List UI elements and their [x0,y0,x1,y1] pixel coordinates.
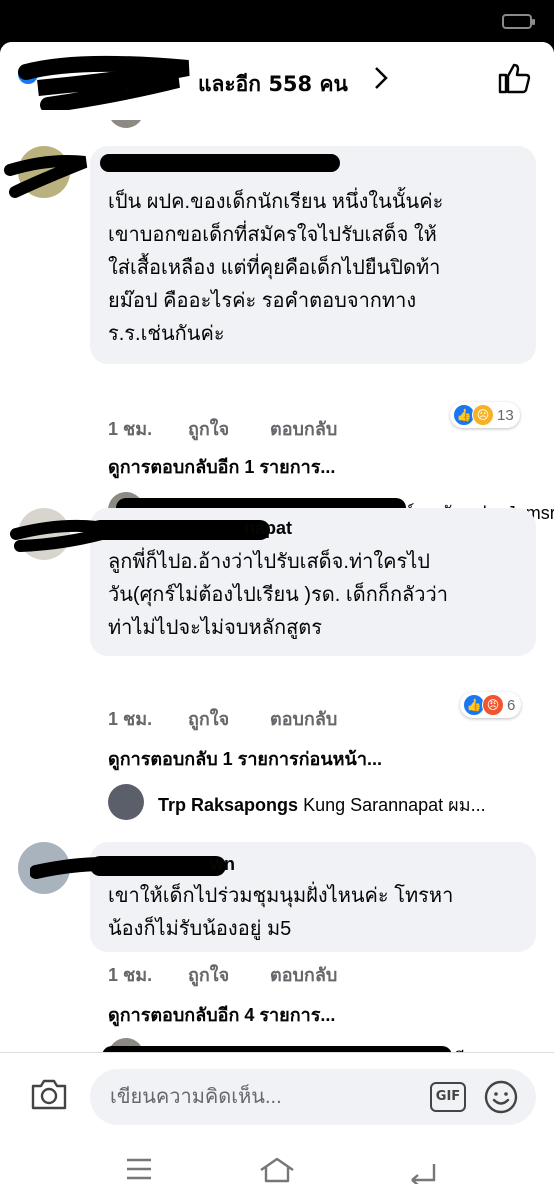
reply-preview[interactable]: porn เรียน รด... [102,1038,548,1052]
thumbs-up-outline-icon[interactable] [496,60,532,96]
reply-preview-text: Trp Raksapongs Kung Sarannapat ผม... [158,790,486,819]
comment-time: 1 ชม. [108,419,153,439]
reply-preview[interactable]: Trp Raksapongs Kung Sarannapat ผม... [108,784,548,824]
reply-snippet: Kung Sarannapat ผม... [303,795,486,815]
comment-bubble[interactable]: napat ลูกพี่ก็ไปอ.อ้างว่าไปรับเสด็จ.ท่าใ… [90,508,536,656]
reply-button[interactable]: ตอบกลับ [270,414,337,443]
comment-text: เขาให้เด็กไปร่วมชุมนุมฝั่งไหนค่ะ โทรหา น… [108,880,528,946]
comment-line: ลูกพี่ก็ไปอ.อ้างว่าไปรับเสด็จ.ท่าใครไป [108,551,431,573]
comment-line: น้องก็ไม่รับน้องอยู่ ม5 [108,918,292,940]
view-more-replies-link[interactable]: ดูการตอบกลับอีก 4 รายการ... [108,1000,335,1029]
home-icon[interactable] [258,1156,296,1184]
comment-bubble[interactable]: เป็น ผปค.ของเด็กนักเรียน หนึ่งในนั้นค่ะ … [90,146,536,364]
reaction-count: 13 [497,406,514,424]
redaction-scribble [30,857,140,879]
reply-button[interactable]: ตอบกลับ [270,960,337,989]
comment-input[interactable] [90,1069,536,1125]
reactions-header[interactable]: และอีก 558 คน [0,42,554,120]
comment-text: ลูกพี่ก็ไปอ.อ้างว่าไปรับเสด็จ.ท่าใครไป ว… [108,546,528,645]
comment-line: ร.ร.เช่นกันค่ะ [108,323,225,345]
avatar [108,120,144,128]
camera-icon[interactable] [30,1077,68,1111]
comment-line: เป็น ผปค.ของเด็กนักเรียน หนึ่งในนั้นค่ะ [108,191,444,213]
redaction-scribble [10,519,120,552]
reaction-count: 6 [507,696,516,714]
comment-line: วัน(ศุกร์ไม่ต้องไปเรียน )รด. เด็กก็กลัวว… [108,584,448,606]
like-button[interactable]: ถูกใจ [188,960,229,989]
avatar [108,784,144,820]
chevron-right-icon[interactable] [372,64,390,99]
reaction-summary[interactable]: 👍 😠 6 [460,692,522,718]
redaction-scribble [4,155,88,198]
system-nav-bar [0,1140,554,1200]
redaction-scribble [18,55,190,110]
comment-text: เป็น ผปค.ของเด็กนักเรียน หนึ่งในนั้นค่ะ … [108,186,528,351]
comment-line: เขาให้เด็กไปร่วมชุมนุมฝั่งไหนค่ะ โทรหา [108,885,454,907]
back-icon[interactable] [406,1156,438,1184]
comment-line: ยม๊อป คืออะไรค่ะ รอคำตอบจากทาง [108,290,417,312]
comment-time: 1 ชม. [108,709,153,729]
reactors-count-text[interactable]: และอีก 558 คน [198,68,348,101]
view-previous-replies-link[interactable]: ดูการตอบกลับ 1 รายการก่อนหน้า... [108,744,382,773]
comment-bubble[interactable]: wn เขาให้เด็กไปร่วมชุมนุมฝั่งไหนค่ะ โทรห… [90,842,536,952]
comment-line: ใส่เสื้อเหลือง แต่ที่คุยคือเด็กไปยืนปิดท… [108,257,441,279]
reply-button[interactable]: ตอบกลับ [270,704,337,733]
comment-time: 1 ชม. [108,965,153,985]
battery-icon [502,14,535,29]
view-more-replies-link[interactable]: ดูการตอบกลับอีก 1 รายการ... [108,452,335,481]
redacted-name [100,154,340,172]
like-button[interactable]: ถูกใจ [188,704,229,733]
menu-icon[interactable] [124,1156,154,1182]
sad-reaction-icon: ☹ [472,404,494,426]
emoji-icon[interactable] [483,1079,519,1115]
comment-composer: GIF [0,1052,554,1140]
comments-list: เป็น ผปค.ของเด็กนักเรียน หนึ่งในนั้นค่ะ … [0,120,554,1052]
reaction-summary[interactable]: 👍 ☹ 13 [450,402,520,428]
status-bar [0,0,554,42]
gif-button[interactable]: GIF [430,1082,466,1112]
reactors-summary[interactable] [18,55,190,110]
like-button[interactable]: ถูกใจ [188,414,229,443]
commenter-name[interactable]: napat [244,518,292,539]
comments-sheet: และอีก 558 คน เป็น ผปค.ของเด็กนักเรียน ห… [0,42,554,1200]
comment-line: เขาบอกขอเด็กที่สมัครใจไปรับเสด็จ ให้ [108,224,437,246]
commenter-name[interactable]: wn [210,854,235,875]
comment-line: ท่าไม่ไปจะไม่จบหลักสูตร [108,617,323,639]
angry-reaction-icon: 😠 [482,694,504,716]
reply-author-name[interactable]: Trp Raksapongs [158,795,298,815]
